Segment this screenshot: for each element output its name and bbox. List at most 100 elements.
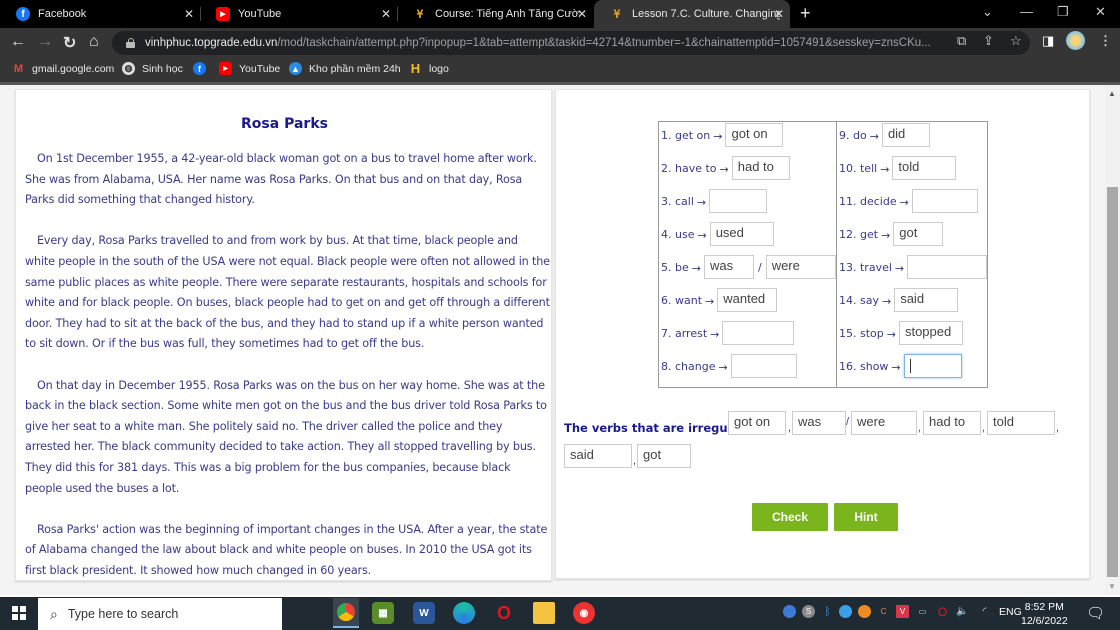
verb-row: 9. do → did: [839, 123, 930, 147]
past-tense-input[interactable]: was: [703, 255, 754, 279]
past-tense-input[interactable]: did: [881, 123, 930, 147]
arrow-icon: →: [696, 195, 707, 209]
tab-lesson[interactable]: Ұ Lesson 7.C. Culture. Changing th ✕: [594, 0, 790, 28]
scroll-up-arrow[interactable]: ▲: [1108, 89, 1116, 98]
reload-button[interactable]: ↻: [63, 33, 76, 53]
bookmark-logo[interactable]: H logo: [409, 61, 449, 76]
past-tense-input[interactable]: used: [709, 222, 774, 246]
bluetooth-icon[interactable]: ᛒ: [821, 605, 834, 618]
close-tab-icon[interactable]: ✕: [577, 7, 587, 21]
verb-row: 5. be → was / were: [661, 255, 836, 279]
close-tab-icon[interactable]: ✕: [774, 7, 784, 21]
volume-icon[interactable]: 🔈: [956, 605, 969, 618]
windows-start-button[interactable]: [12, 606, 26, 620]
irregular-verb-input[interactable]: got on: [728, 411, 786, 435]
scroll-thumb[interactable]: [1107, 187, 1118, 577]
page-scrollbar[interactable]: ▲ ▼: [1105, 85, 1120, 595]
menu-icon[interactable]: ⋮: [1099, 33, 1112, 49]
system-clock[interactable]: 8:52 PM 12/6/2022: [1021, 600, 1068, 628]
past-tense-input[interactable]: [722, 321, 795, 345]
tab-facebook[interactable]: f Facebook ✕: [0, 0, 201, 28]
v-app-icon[interactable]: V: [896, 605, 909, 618]
verb-row: 1. get on → got on: [661, 123, 784, 147]
translate-icon[interactable]: ⧉: [957, 33, 966, 49]
bookmark-label: YouTube: [239, 62, 281, 75]
word-icon[interactable]: W: [413, 602, 435, 624]
bookmark-label: Sinh học: [142, 62, 183, 75]
irregular-verb-input[interactable]: was: [792, 411, 846, 435]
side-panel-icon[interactable]: ◨: [1042, 33, 1054, 49]
past-tense-input[interactable]: [730, 354, 797, 378]
input-value: wanted: [723, 291, 766, 306]
irregular-verbs-label: The verbs that are irregular:: [564, 421, 750, 435]
close-tab-icon[interactable]: ✕: [381, 7, 391, 21]
home-button[interactable]: ⌂: [89, 33, 99, 51]
past-tense-input[interactable]: got: [893, 222, 944, 246]
wifi-icon[interactable]: ◜: [978, 605, 991, 618]
edge-icon[interactable]: [453, 602, 475, 624]
story-title: Rosa Parks: [241, 116, 328, 132]
input-value: used: [715, 225, 744, 240]
verb-label: 8. change: [661, 359, 716, 373]
close-tab-icon[interactable]: ✕: [184, 7, 194, 21]
share-icon[interactable]: ⇪: [983, 33, 994, 49]
past-tense-input[interactable]: told: [892, 156, 957, 180]
arrow-icon: →: [713, 129, 723, 143]
tab-search-button[interactable]: ⌄: [982, 4, 993, 20]
opera-icon[interactable]: O: [493, 602, 515, 624]
notification-center-icon[interactable]: 🗨: [1086, 604, 1105, 622]
past-tense-input[interactable]: had to: [731, 156, 790, 180]
app-icon[interactable]: ◉: [573, 602, 595, 624]
input-value: were: [857, 414, 886, 429]
skype-icon[interactable]: S: [802, 605, 815, 618]
restore-button[interactable]: ❐: [1057, 4, 1069, 20]
tab-youtube[interactable]: ▶ YouTube ✕: [200, 0, 398, 28]
bookmark-star-icon[interactable]: ☆: [1010, 33, 1022, 49]
past-tense-input[interactable]: [903, 354, 962, 378]
irregular-verb-input[interactable]: got: [637, 444, 691, 468]
ccleaner-icon[interactable]: C: [877, 605, 890, 618]
past-tense-input[interactable]: [709, 189, 768, 213]
bookmark-sinh-hoc[interactable]: ◍ Sinh học: [122, 62, 183, 75]
past-tense-input[interactable]: wanted: [717, 288, 778, 312]
back-button[interactable]: ←: [10, 33, 26, 51]
irregular-verb-input[interactable]: were: [851, 411, 917, 435]
close-window-button[interactable]: ✕: [1095, 4, 1106, 20]
irregular-verb-input[interactable]: told: [987, 411, 1055, 435]
tray-app-icon[interactable]: [839, 605, 852, 618]
past-tense-input[interactable]: stopped: [898, 321, 963, 345]
language-indicator[interactable]: ENG: [999, 606, 1022, 618]
arrow-icon: →: [705, 294, 715, 308]
bookmark-kho-phan-mem[interactable]: ▲ Kho phần mềm 24h: [289, 62, 401, 75]
battery-icon[interactable]: ▭: [916, 605, 929, 618]
forward-button[interactable]: →: [37, 33, 53, 51]
check-button[interactable]: Check: [752, 503, 828, 531]
bookmark-facebook[interactable]: f: [193, 62, 213, 75]
opera-tray-icon[interactable]: O: [936, 605, 949, 619]
avast-icon[interactable]: [858, 605, 871, 618]
verb-label: 2. have to: [661, 161, 717, 175]
minecraft-icon[interactable]: ▦: [372, 602, 394, 624]
file-explorer-icon[interactable]: [533, 602, 555, 624]
taskbar-search-box[interactable]: ⌕ Type here to search: [38, 598, 282, 630]
chrome-icon[interactable]: [333, 598, 359, 628]
past-tense-input[interactable]: said: [894, 288, 959, 312]
profile-avatar[interactable]: [1066, 31, 1085, 50]
address-bar[interactable]: vinhphuc.topgrade.edu.vn/mod/taskchain/a…: [112, 31, 1030, 55]
irregular-verb-input[interactable]: had to: [923, 411, 981, 435]
new-tab-button[interactable]: +: [800, 3, 811, 24]
hint-button[interactable]: Hint: [834, 503, 898, 531]
arrow-icon: →: [880, 162, 890, 176]
url-path: /mod/taskchain/attempt.php?inpopup=1&tab…: [277, 37, 931, 49]
past-tense-input[interactable]: [907, 255, 988, 279]
minimize-button[interactable]: —: [1020, 4, 1033, 19]
irregular-verb-input[interactable]: said: [564, 444, 632, 468]
tray-app-icon[interactable]: [783, 605, 796, 618]
past-tense-input[interactable]: [911, 189, 978, 213]
tab-course[interactable]: Ұ Course: Tiếng Anh Tăng Cường lớ ✕: [397, 0, 593, 28]
past-tense-input[interactable]: were: [765, 255, 836, 279]
bookmark-gmail[interactable]: M gmail.google.com: [12, 62, 114, 75]
bookmark-youtube[interactable]: ▶ YouTube: [219, 62, 280, 75]
scroll-down-arrow[interactable]: ▼: [1108, 582, 1116, 591]
past-tense-input[interactable]: got on: [725, 123, 784, 147]
